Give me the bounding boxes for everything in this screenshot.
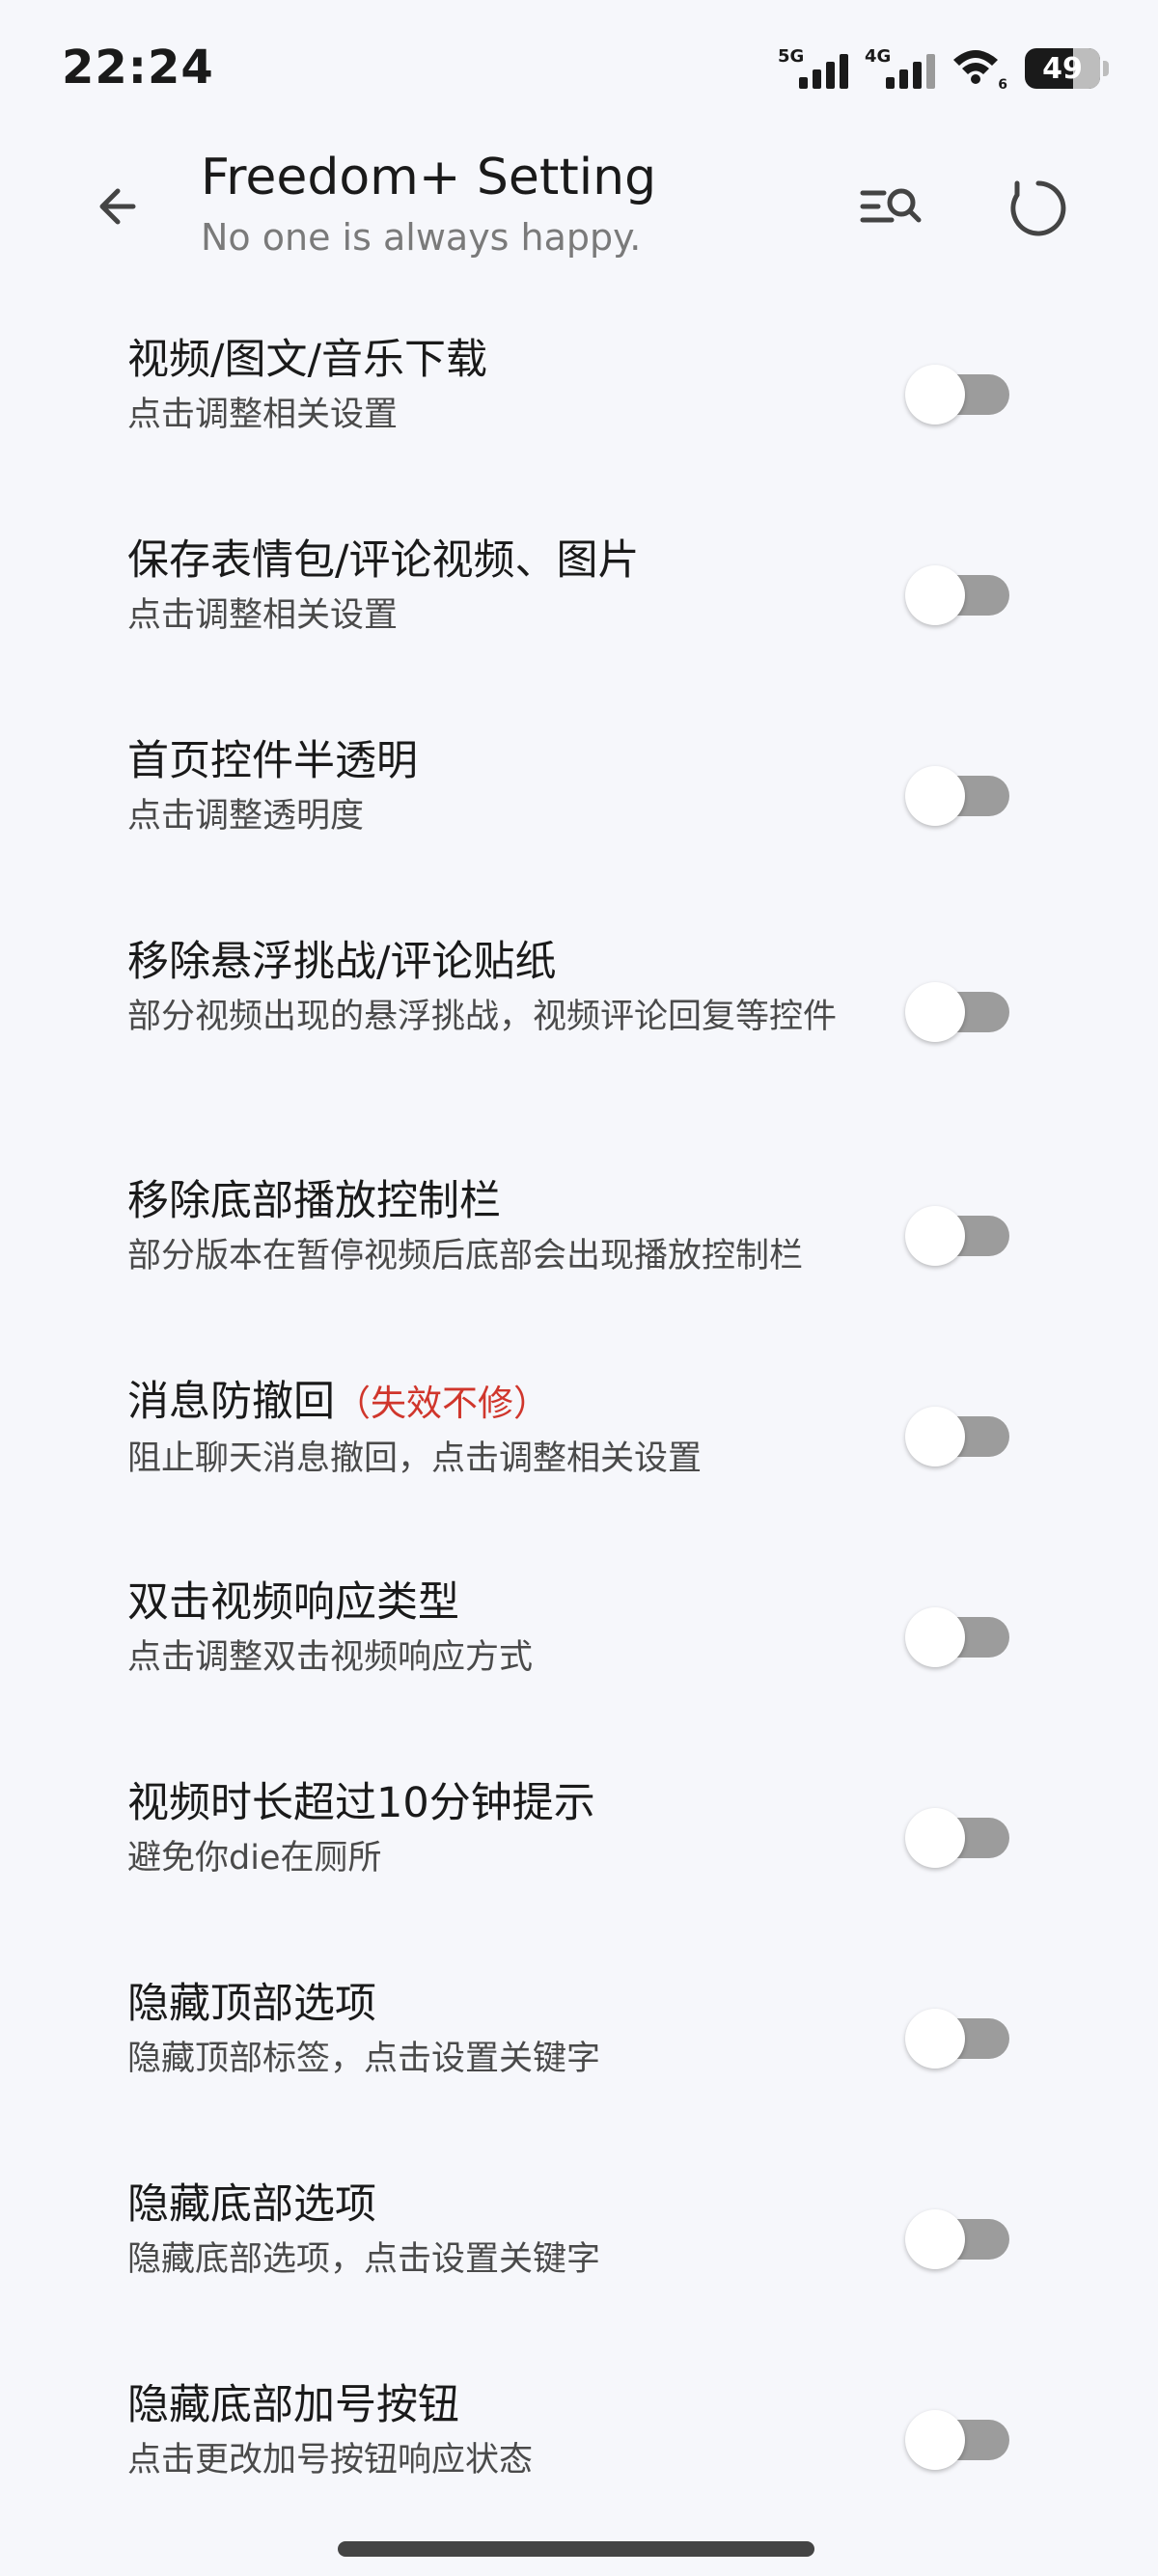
- wifi-icon: 6: [951, 46, 1007, 93]
- setting-title: 移除悬浮挑战/评论贴纸: [127, 938, 557, 986]
- setting-row-hide-plus[interactable]: 隐藏底部加号按钮 点击更改加号按钮响应状态: [0, 2364, 1158, 2564]
- setting-subtitle: 阻止聊天消息撤回，点击调整相关设置: [127, 1439, 703, 1478]
- search-settings-button[interactable]: [857, 174, 926, 243]
- list-search-icon: [860, 188, 922, 223]
- page-subtitle: No one is always happy.: [201, 216, 642, 259]
- setting-title: 首页控件半透明: [127, 737, 418, 785]
- setting-row-save-stickers[interactable]: 保存表情包/评论视频、图片 点击调整相关设置: [0, 519, 1158, 720]
- refresh-icon: [1010, 180, 1066, 236]
- setting-toggle[interactable]: [905, 2410, 1011, 2470]
- battery-level: 49: [1042, 51, 1083, 86]
- setting-toggle[interactable]: [905, 2009, 1011, 2069]
- setting-title: 隐藏底部加号按钮: [127, 2381, 459, 2429]
- setting-toggle[interactable]: [905, 565, 1011, 625]
- warning-label: （失效不修）: [335, 1383, 549, 1424]
- cellular-5g-icon: 5G: [778, 46, 848, 91]
- setting-subtitle: 点击更改加号按钮响应状态: [127, 2441, 534, 2480]
- setting-toggle[interactable]: [905, 1407, 1011, 1466]
- setting-title: 移除底部播放控制栏: [127, 1177, 501, 1225]
- setting-row-double-tap[interactable]: 双击视频响应类型 点击调整双击视频响应方式: [0, 1561, 1158, 1762]
- setting-subtitle: 点击调整透明度: [127, 797, 365, 836]
- setting-subtitle: 避免你die在厕所: [127, 1839, 382, 1877]
- refresh-button[interactable]: [1004, 174, 1073, 243]
- setting-row-hide-top[interactable]: 隐藏顶部选项 隐藏顶部标签，点击设置关键字: [0, 1962, 1158, 2163]
- status-icons: 5G 4G 6 49: [778, 44, 1109, 93]
- setting-title: 消息防撤回: [127, 1378, 335, 1426]
- setting-row-hide-bottom[interactable]: 隐藏底部选项 隐藏底部选项，点击设置关键字: [0, 2163, 1158, 2364]
- setting-subtitle: 点击调整双击视频响应方式: [127, 1638, 534, 1677]
- setting-row-remove-playbar[interactable]: 移除底部播放控制栏 部分版本在暂停视频后底部会出现播放控制栏: [0, 1160, 1158, 1360]
- setting-toggle[interactable]: [905, 2209, 1011, 2269]
- setting-subtitle: 隐藏顶部标签，点击设置关键字: [127, 2040, 601, 2078]
- setting-title-wrap: 消息防撤回（失效不修）: [127, 1374, 890, 1432]
- setting-toggle[interactable]: [905, 1206, 1011, 1266]
- setting-subtitle: 点击调整相关设置: [127, 396, 399, 434]
- app-header: Freedom+ Setting No one is always happy.: [0, 135, 1158, 280]
- setting-subtitle: 部分版本在暂停视频后底部会出现播放控制栏: [127, 1237, 804, 1275]
- setting-row-remove-floating[interactable]: 移除悬浮挑战/评论贴纸 部分视频出现的悬浮挑战，视频评论回复等控件: [0, 920, 1158, 1160]
- page-title: Freedom+ Setting: [201, 149, 657, 206]
- setting-subtitle: 点击调整相关设置: [127, 596, 399, 635]
- setting-row-anti-recall[interactable]: 消息防撤回（失效不修） 阻止聊天消息撤回，点击调整相关设置: [0, 1360, 1158, 1561]
- setting-toggle[interactable]: [905, 365, 1011, 425]
- setting-toggle[interactable]: [905, 1808, 1011, 1868]
- back-button[interactable]: [89, 176, 151, 237]
- settings-list: 视频/图文/音乐下载 点击调整相关设置 保存表情包/评论视频、图片 点击调整相关…: [0, 318, 1158, 2564]
- setting-toggle[interactable]: [905, 1607, 1011, 1667]
- setting-title: 保存表情包/评论视频、图片: [127, 536, 640, 585]
- setting-title: 双击视频响应类型: [127, 1578, 459, 1627]
- back-arrow-icon: [99, 188, 136, 225]
- wifi-6-label: 6: [998, 77, 1007, 93]
- setting-subtitle: 部分视频出现的悬浮挑战，视频评论回复等控件: [127, 998, 838, 1036]
- home-indicator[interactable]: [338, 2541, 814, 2557]
- setting-title: 隐藏底部选项: [127, 2180, 376, 2229]
- setting-title: 视频时长超过10分钟提示: [127, 1779, 595, 1827]
- status-time: 22:24: [62, 41, 214, 95]
- status-bar: 22:24 5G 4G 6 49: [0, 0, 1158, 135]
- setting-title: 隐藏顶部选项: [127, 1980, 376, 2028]
- setting-title: 视频/图文/音乐下载: [127, 336, 487, 384]
- setting-row-translucent[interactable]: 首页控件半透明 点击调整透明度: [0, 720, 1158, 920]
- setting-toggle[interactable]: [905, 766, 1011, 826]
- setting-toggle[interactable]: [905, 982, 1011, 1042]
- setting-subtitle: 隐藏底部选项，点击设置关键字: [127, 2240, 601, 2279]
- cellular-4g-icon: 4G: [865, 46, 935, 91]
- setting-row-duration-warning[interactable]: 视频时长超过10分钟提示 避免你die在厕所: [0, 1762, 1158, 1962]
- setting-row-download[interactable]: 视频/图文/音乐下载 点击调整相关设置: [0, 318, 1158, 519]
- battery-icon: 49: [1025, 48, 1109, 89]
